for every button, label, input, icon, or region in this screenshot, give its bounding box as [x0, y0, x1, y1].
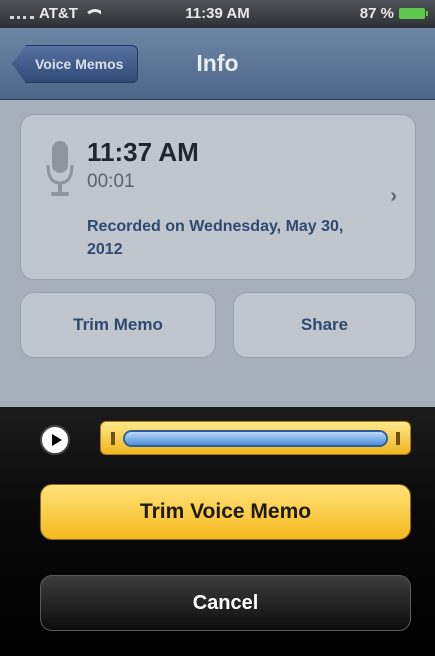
- memo-info-card[interactable]: 11:37 AM 00:01 Recorded on Wednesday, Ma…: [20, 114, 416, 280]
- share-button[interactable]: Share: [233, 292, 416, 358]
- play-icon[interactable]: [40, 425, 70, 455]
- battery-icon: [399, 8, 428, 19]
- recorded-on-label: Recorded on Wednesday, May 30, 2012: [87, 218, 344, 258]
- trim-end-handle[interactable]: [396, 432, 400, 445]
- battery-group: 87 %: [359, 5, 428, 22]
- status-bar: AT&T 11:39 AM 87 %: [0, 0, 435, 28]
- chevron-right-icon: ›: [390, 185, 397, 207]
- battery-percent: 87 %: [359, 5, 394, 22]
- trim-selection-fill: [125, 432, 386, 445]
- memo-time: 11:37 AM: [87, 137, 199, 167]
- trim-memo-button[interactable]: Trim Memo: [20, 292, 216, 358]
- trim-panel: Trim Voice Memo Cancel: [0, 407, 435, 656]
- memo-duration: 00:01: [87, 171, 135, 192]
- navigation-bar: Voice Memos Info: [0, 28, 435, 100]
- trim-track: [123, 430, 388, 447]
- info-content: 11:37 AM 00:01 Recorded on Wednesday, Ma…: [0, 100, 435, 407]
- page-title: Info: [196, 50, 239, 76]
- microphone-icon: [46, 141, 74, 196]
- trim-start-handle[interactable]: [111, 432, 115, 445]
- trim-slider[interactable]: [100, 421, 411, 455]
- cancel-button[interactable]: Cancel: [40, 575, 411, 631]
- trim-voice-memo-button[interactable]: Trim Voice Memo: [40, 484, 411, 540]
